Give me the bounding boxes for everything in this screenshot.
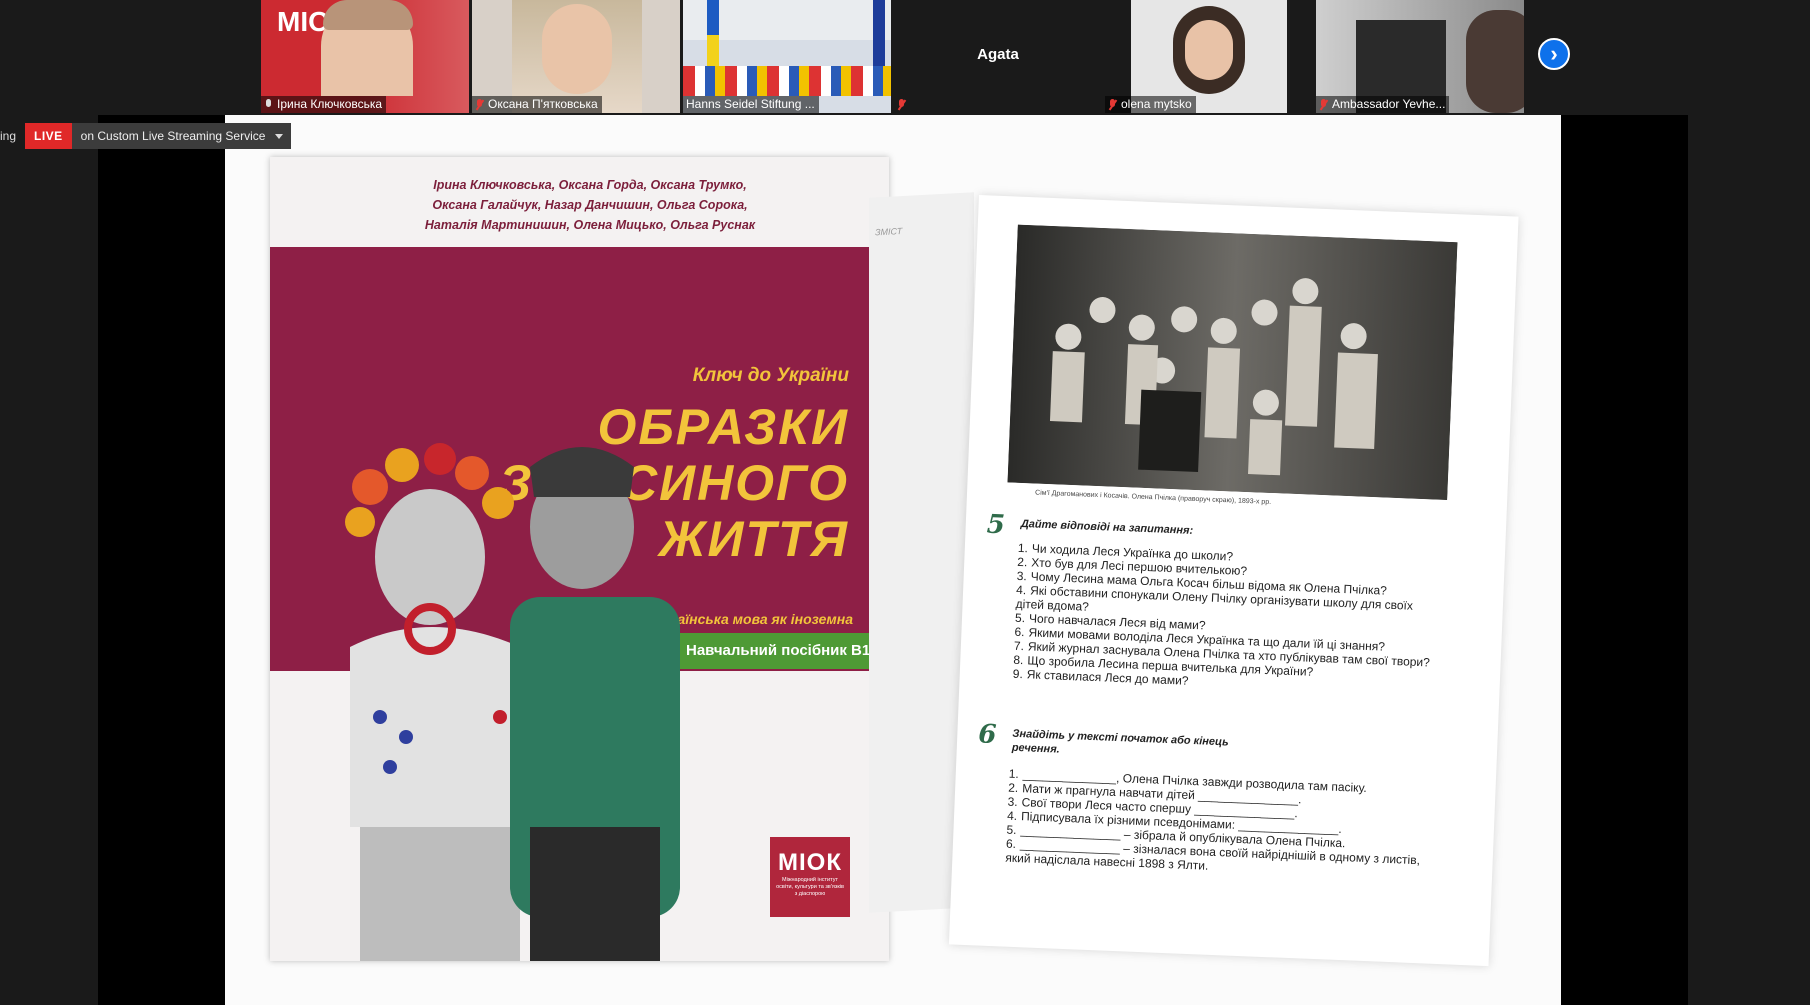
exercise-title: Дайте відповіді на запитання: — [1020, 517, 1194, 537]
sentence-list: 1. ______________, Олена Пчілка завжди ро… — [1005, 767, 1429, 882]
book-cover: Ірина Ключковська, Оксана Горда, Оксана … — [270, 157, 889, 961]
right-page: Сім'ї Драгоманових і Косачів. Олена Пчіл… — [948, 195, 1519, 967]
participant-name: olena mytsko — [1121, 97, 1192, 111]
children-photo — [345, 443, 680, 961]
participant-name: Ірина Ключковська — [277, 97, 383, 111]
participant-name: Hanns Seidel Stiftung ... — [686, 97, 815, 111]
person-silhouette — [1466, 10, 1524, 113]
table-flags — [683, 66, 891, 96]
participant-name: Оксана П'ятковська — [488, 97, 598, 111]
participant-tile[interactable]: Ambassador Yevhe... — [1316, 0, 1524, 113]
participant-name: Ambassador Yevhe... — [1332, 97, 1446, 111]
flag-shape — [707, 0, 719, 35]
logo-text: МІОК — [778, 849, 842, 876]
participant-label: olena mytsko — [1105, 96, 1196, 113]
live-status-dropdown[interactable]: on Custom Live Streaming Service — [71, 123, 292, 149]
participant-tile[interactable]: olena mytsko — [1105, 0, 1313, 113]
shared-slide: Ірина Ключковська, Оксана Горда, Оксана … — [225, 115, 1561, 1005]
muted-microphone-icon — [897, 99, 906, 110]
participant-tile[interactable]: Оксана П'ятковська — [472, 0, 680, 113]
left-page-tab: ЗМІСТ — [875, 226, 903, 238]
participant-tile[interactable]: Agata — [894, 0, 1102, 113]
person-silhouette — [542, 4, 612, 94]
exercise-5: 5 Дайте відповіді на запитання: 1. Чи ход… — [984, 510, 1471, 715]
live-status-text: on Custom Live Streaming Service — [80, 129, 266, 143]
participant-strip: МІОК Ірина Ключковська Оксана П'ятковськ… — [0, 0, 1810, 114]
muted-microphone-icon — [1319, 99, 1328, 110]
next-page-arrow-icon[interactable]: › — [1538, 38, 1570, 70]
authors-line: Оксана Галайчук, Назар Данчишин, Ольга С… — [432, 198, 748, 212]
question-list: 1. Чи ходила Леся Українка до школи? 2. Хт… — [1013, 541, 1438, 698]
participant-label — [894, 96, 910, 113]
exercise-number: 6 — [977, 719, 998, 751]
miok-logo: МІОК Міжнародний інститут освіти, культу… — [770, 837, 850, 917]
participant-label: Hanns Seidel Stiftung ... — [683, 96, 819, 113]
muted-microphone-icon — [1108, 99, 1117, 110]
participant-label: Оксана П'ятковська — [472, 96, 602, 113]
open-book: ЗМІСТ Сім'ї Драгоманових і Косачів. Олен… — [869, 192, 1519, 967]
logo-subtext: Міжнародний інститут освіти, культури та… — [776, 877, 844, 897]
participant-tile[interactable]: Hanns Seidel Stiftung ... — [683, 0, 891, 113]
live-badge: LIVE — [25, 123, 72, 149]
hair-shape — [323, 0, 413, 30]
participant-tile[interactable]: МІОК Ірина Ключковська — [261, 0, 469, 113]
girl-figure — [345, 443, 530, 961]
series-title: Ключ до України — [692, 365, 849, 386]
exercise-title: Знайдіть у тексті початок або кінець реч… — [1011, 727, 1229, 756]
participant-name: Agata — [977, 46, 1019, 63]
boy-figure — [510, 447, 680, 961]
person-silhouette — [1185, 20, 1233, 80]
authors-line: Наталія Мартинишин, Олена Мицько, Ольга … — [424, 218, 756, 232]
participant-label: Ambassador Yevhe... — [1316, 96, 1450, 113]
live-stream-bar: ing LIVE on Custom Live Streaming Servic… — [0, 123, 292, 149]
chevron-down-icon — [275, 133, 284, 139]
microphone-icon — [264, 99, 273, 110]
muted-microphone-icon — [475, 99, 484, 110]
archive-photo — [1007, 224, 1458, 501]
live-prefix-text: ing — [0, 129, 17, 143]
flag-shape — [873, 0, 885, 70]
exercise-6: 6 Знайдіть у тексті початок або кінець р… — [977, 719, 1463, 895]
exercise-number: 5 — [986, 509, 1006, 541]
authors-list: Ірина Ключковська, Оксана Горда, Оксана … — [330, 175, 850, 235]
authors-line: Ірина Ключковська, Оксана Горда, Оксана … — [433, 178, 747, 192]
participant-label: Ірина Ключковська — [261, 96, 387, 113]
